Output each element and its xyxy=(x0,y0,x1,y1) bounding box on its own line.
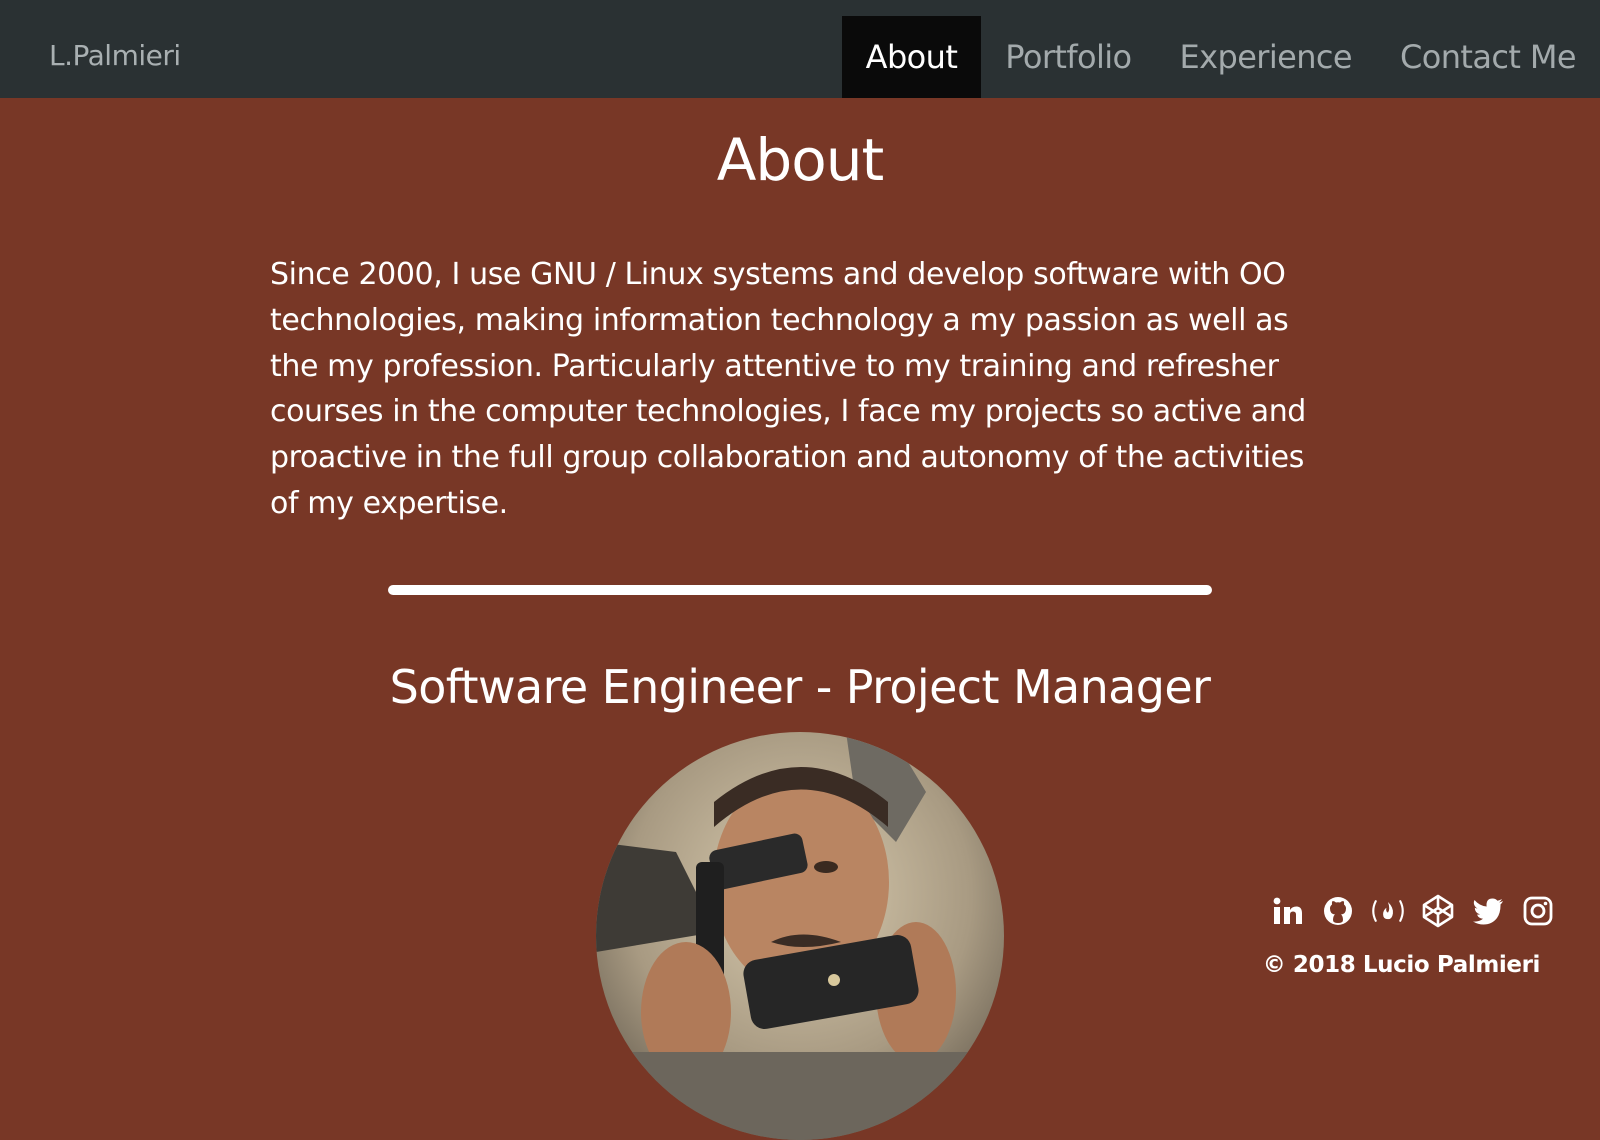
role-heading: Software Engineer - Project Manager xyxy=(389,660,1211,714)
copyright-text: © 2018 Lucio Palmieri xyxy=(1262,952,1541,978)
social-links xyxy=(1270,893,1556,929)
about-paragraph: Since 2000, I use GNU / Linux systems an… xyxy=(270,257,1306,521)
about-heading: About xyxy=(716,126,884,194)
linkedin-icon[interactable] xyxy=(1270,893,1306,929)
github-icon[interactable] xyxy=(1320,893,1356,929)
freecodecamp-icon[interactable] xyxy=(1370,893,1406,929)
navbar: L.Palmieri About Portfolio Experience Co… xyxy=(0,0,1600,98)
brand-link[interactable]: L.Palmieri xyxy=(49,0,181,98)
instagram-icon[interactable] xyxy=(1520,893,1556,929)
section-divider xyxy=(388,585,1212,595)
nav-item-about[interactable]: About xyxy=(841,16,982,98)
nav-item-portfolio[interactable]: Portfolio xyxy=(981,16,1155,98)
profile-photo xyxy=(596,732,1004,1140)
codepen-icon[interactable] xyxy=(1420,893,1456,929)
nav-item-experience[interactable]: Experience xyxy=(1156,16,1376,98)
nav-item-contact-me[interactable]: Contact Me xyxy=(1376,16,1600,98)
nav-menu: About Portfolio Experience Contact Me xyxy=(841,16,1600,98)
twitter-icon[interactable] xyxy=(1470,893,1506,929)
